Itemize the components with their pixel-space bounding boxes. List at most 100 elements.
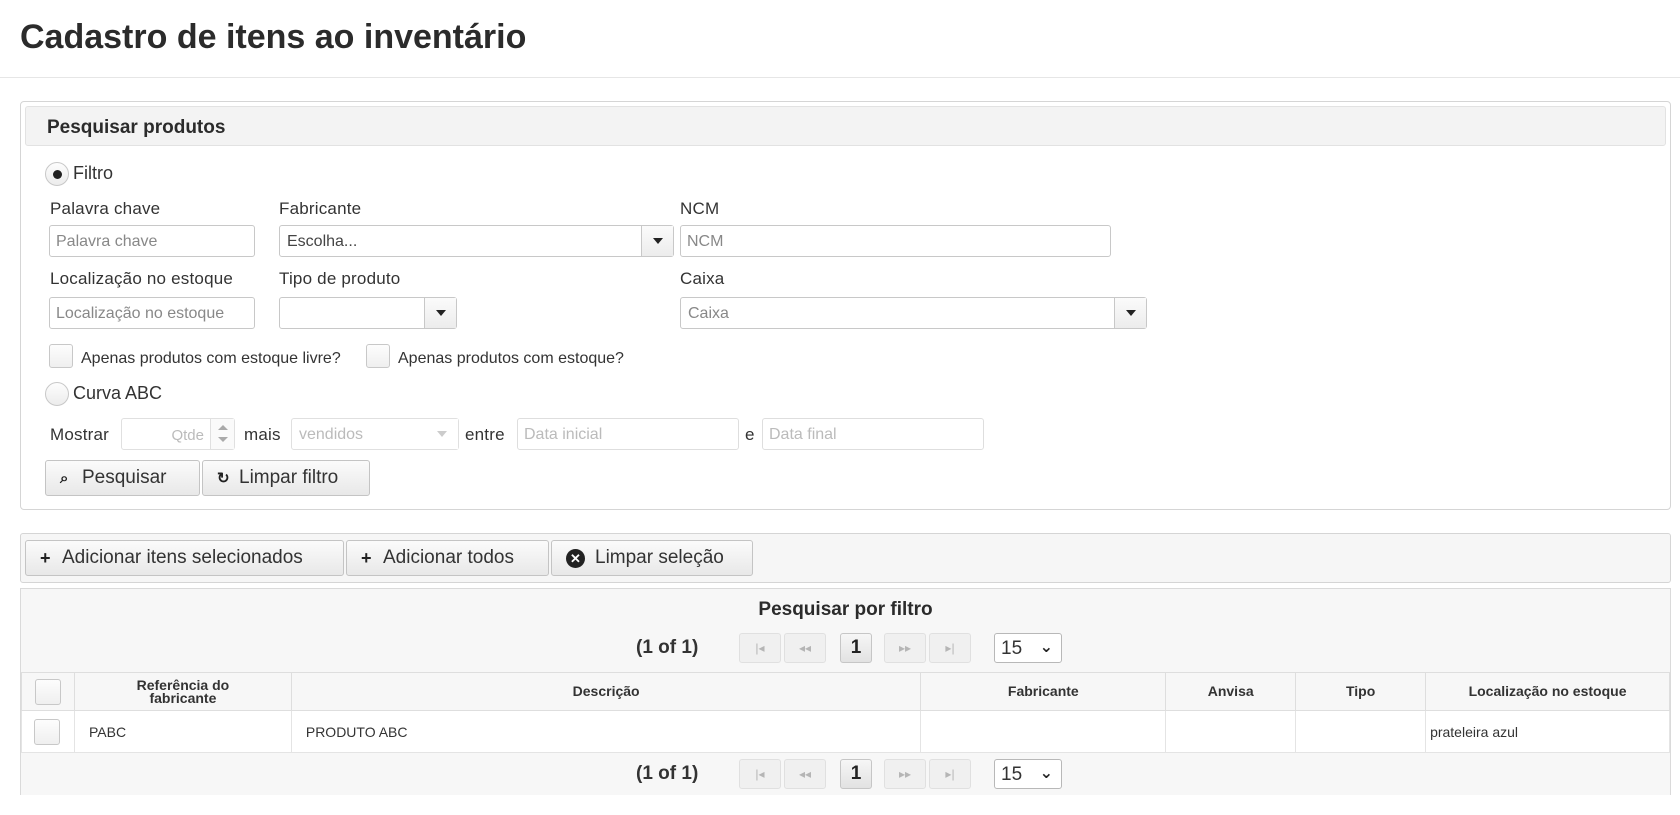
results-table: Referência do fabricante Descrição Fabric…: [21, 672, 1670, 753]
manufacturer-select[interactable]: Escolha...: [279, 225, 674, 257]
between-label: entre: [465, 425, 505, 444]
table-row[interactable]: PABC PRODUTO ABC prateleira azul: [21, 710, 1670, 753]
table-header-row: Referência do fabricante Descrição Fabric…: [21, 672, 1670, 711]
page-title: Cadastro de itens ao inventário: [20, 18, 527, 56]
clear-selection-button-label: Limpar seleção: [595, 547, 724, 568]
quantity-spinner-arrows[interactable]: [210, 419, 234, 449]
paginator-bottom: (1 of 1) |◂ ◂◂ 1 ▸▸ ▸| 15 ⌄: [21, 753, 1670, 795]
header-ref[interactable]: Referência do fabricante: [73, 672, 292, 711]
search-button[interactable]: ⌕ Pesquisar: [45, 460, 200, 496]
cell-type: [1295, 710, 1427, 753]
filter-radio-label: Filtro: [73, 163, 113, 183]
filter-radio[interactable]: [45, 162, 69, 186]
cell-manufacturer: [920, 710, 1167, 753]
search-icon: ⌕: [60, 469, 69, 487]
last-page-button[interactable]: ▸|: [929, 759, 971, 789]
quantity-placeholder: Qtde: [171, 427, 204, 444]
page-1-button[interactable]: 1: [840, 633, 872, 663]
end-date-input[interactable]: Data final: [762, 418, 984, 450]
paginator-top: (1 of 1) |◂ ◂◂ 1 ▸▸ ▸| 15 ⌄: [21, 627, 1670, 669]
header-ref-line2: fabricante: [149, 689, 217, 706]
row-checkbox[interactable]: [34, 718, 60, 745]
close-circle-icon: ✕: [566, 548, 585, 568]
start-date-input[interactable]: Data inicial: [517, 418, 739, 450]
header-description[interactable]: Descrição: [290, 672, 922, 711]
only-stock-label: Apenas produtos com estoque?: [398, 350, 624, 367]
cell-ref: PABC: [73, 710, 292, 753]
abc-curve-radio[interactable]: [45, 382, 69, 406]
rows-per-page-value: 15: [1001, 638, 1023, 659]
keyword-input[interactable]: Palavra chave: [49, 225, 255, 257]
header-location[interactable]: Localização no estoque: [1425, 672, 1670, 711]
clear-filter-button[interactable]: ↻ Limpar filtro: [202, 460, 370, 496]
and-label: e: [745, 425, 755, 444]
more-label: mais: [244, 425, 281, 444]
add-selected-button-label: Adicionar itens selecionados: [62, 547, 303, 568]
header-manufacturer[interactable]: Fabricante: [920, 672, 1167, 711]
caret-down-icon: [1126, 310, 1136, 316]
add-selected-button[interactable]: + Adicionar itens selecionados: [25, 540, 344, 576]
header-type[interactable]: Tipo: [1295, 672, 1427, 711]
show-label: Mostrar: [50, 425, 110, 444]
title-divider: [0, 77, 1680, 78]
spinner-down-icon: [218, 437, 228, 442]
sold-select[interactable]: vendidos: [291, 418, 459, 450]
location-input[interactable]: Localização no estoque: [49, 297, 255, 329]
chevron-down-icon: ⌄: [1039, 765, 1053, 782]
box-select[interactable]: Caixa: [680, 297, 1147, 329]
cell-anvisa: [1165, 710, 1297, 753]
page-1-button[interactable]: 1: [840, 759, 872, 789]
rows-per-page-select[interactable]: 15 ⌄: [994, 759, 1062, 789]
product-type-select[interactable]: [279, 297, 457, 329]
rows-per-page-select[interactable]: 15 ⌄: [994, 633, 1062, 663]
rows-per-page-value: 15: [1001, 764, 1023, 785]
chevron-down-icon: ⌄: [1039, 639, 1053, 656]
plus-icon: +: [361, 547, 372, 568]
cell-description: PRODUTO ABC: [290, 710, 922, 753]
prev-page-button[interactable]: ◂◂: [784, 633, 826, 663]
ncm-input[interactable]: NCM: [680, 225, 1111, 257]
first-page-button[interactable]: |◂: [739, 759, 781, 789]
clear-filter-button-label: Limpar filtro: [239, 467, 339, 488]
search-panel-title: Pesquisar produtos: [47, 117, 226, 138]
header-anvisa[interactable]: Anvisa: [1165, 672, 1297, 711]
product-type-dropdown-button[interactable]: [424, 298, 456, 328]
results-title: Pesquisar por filtro: [758, 599, 933, 620]
manufacturer-select-value: Escolha...: [287, 233, 358, 250]
product-type-label: Tipo de produto: [279, 269, 401, 288]
clear-selection-button[interactable]: ✕ Limpar seleção: [551, 540, 753, 576]
box-dropdown-button[interactable]: [1114, 298, 1146, 328]
last-page-button[interactable]: ▸|: [929, 633, 971, 663]
manufacturer-label: Fabricante: [279, 199, 362, 218]
row-select-cell: [21, 710, 75, 753]
cell-location: prateleira azul: [1425, 710, 1670, 753]
refresh-icon: ↻: [217, 470, 230, 487]
search-panel-header: Pesquisar produtos: [25, 106, 1666, 146]
manufacturer-dropdown-button[interactable]: [641, 226, 673, 256]
sold-select-value: vendidos: [299, 426, 364, 443]
prev-page-button[interactable]: ◂◂: [784, 759, 826, 789]
only-free-stock-label: Apenas produtos com estoque livre?: [81, 350, 341, 367]
caret-down-icon: [437, 431, 447, 437]
ncm-label: NCM: [680, 199, 720, 218]
search-button-label: Pesquisar: [82, 467, 167, 488]
next-page-button[interactable]: ▸▸: [884, 759, 926, 789]
page-count: (1 of 1): [636, 637, 699, 658]
location-label: Localização no estoque: [50, 269, 234, 288]
quantity-spinner[interactable]: Qtde: [121, 418, 235, 450]
spinner-up-icon: [218, 425, 228, 430]
next-page-button[interactable]: ▸▸: [884, 633, 926, 663]
page-count: (1 of 1): [636, 763, 699, 784]
first-page-button[interactable]: |◂: [739, 633, 781, 663]
selection-toolbar: + Adicionar itens selecionados + Adicion…: [20, 533, 1671, 583]
abc-curve-radio-label: Curva ABC: [73, 383, 163, 403]
search-panel: Pesquisar produtos Filtro Palavra chave …: [20, 101, 1671, 510]
only-stock-checkbox[interactable]: [366, 344, 390, 368]
sold-dropdown-button[interactable]: [426, 419, 458, 449]
select-all-checkbox[interactable]: [34, 678, 61, 705]
add-all-button-label: Adicionar todos: [383, 547, 514, 568]
results-datatable: Pesquisar por filtro (1 of 1) |◂ ◂◂ 1 ▸▸…: [20, 588, 1671, 795]
only-free-stock-checkbox[interactable]: [49, 344, 73, 368]
plus-icon: +: [40, 547, 51, 568]
add-all-button[interactable]: + Adicionar todos: [346, 540, 549, 576]
